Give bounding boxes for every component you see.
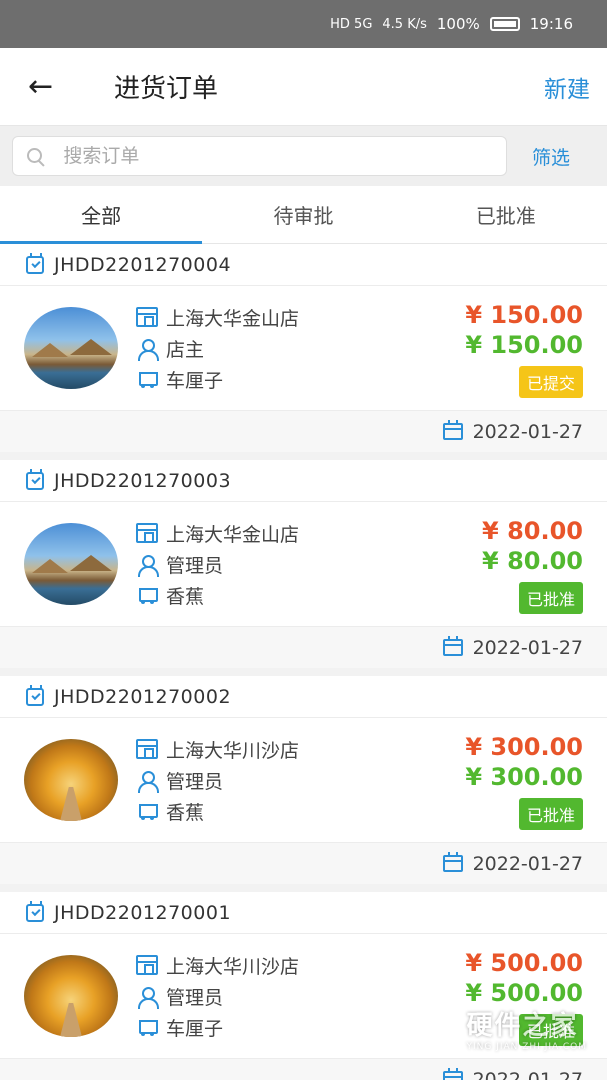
store-icon — [136, 307, 158, 327]
back-arrow-icon[interactable]: ← — [28, 69, 108, 104]
order-date: 2022-01-27 — [472, 636, 583, 659]
search-bar: 筛选 — [0, 126, 607, 186]
tab-pending[interactable]: 待审批 — [202, 186, 404, 243]
new-order-button[interactable]: 新建 — [544, 70, 590, 104]
watermark-text: 硬件之家 YING JIAN ZHI JIA.COM — [466, 1005, 587, 1052]
battery-percent: 100% — [436, 15, 480, 33]
order-footer: 2022-01-27 — [0, 1058, 607, 1080]
order-list: JHDD2201270004 上海大华金山店 店主 车厘子 ¥ 150.00 ¥… — [0, 244, 607, 1080]
cart-icon — [136, 801, 158, 821]
order-number: JHDD2201270002 — [54, 685, 232, 708]
calendar-icon — [442, 636, 463, 656]
order-number: JHDD2201270001 — [54, 901, 232, 924]
order-amounts: ¥ 300.00 ¥ 300.00 已批准 — [465, 732, 583, 830]
status-badge: 已提交 — [518, 366, 583, 398]
order-card[interactable]: JHDD2201270003 上海大华金山店 管理员 香蕉 ¥ 80.00 ¥ … — [0, 460, 607, 668]
tab-all[interactable]: 全部 — [0, 186, 203, 244]
page-title: 进货订单 — [114, 74, 219, 104]
battery-icon — [489, 17, 520, 31]
approved-amount: ¥ 150.00 — [465, 331, 583, 359]
order-card[interactable]: JHDD2201270004 上海大华金山店 店主 车厘子 ¥ 150.00 ¥… — [0, 244, 607, 452]
order-amount: ¥ 300.00 — [465, 733, 583, 761]
order-header: JHDD2201270002 — [0, 676, 607, 718]
order-body: 上海大华金山店 管理员 香蕉 ¥ 80.00 ¥ 80.00 已批准 — [0, 502, 607, 626]
product-image — [24, 955, 118, 1037]
tab-bar: 全部 待审批 已批准 — [0, 186, 607, 244]
order-date: 2022-01-27 — [472, 420, 583, 443]
user-icon — [136, 554, 159, 577]
store-name: 上海大华金山店 — [166, 307, 300, 330]
watermark: 硬件之家 YING JIAN ZHI JIA.COM — [422, 1005, 587, 1052]
order-number: JHDD2201270003 — [54, 469, 232, 492]
watermark-logo-icon — [422, 1007, 461, 1050]
product-name: 车厘子 — [166, 1017, 224, 1040]
product-image — [24, 739, 118, 821]
approved-amount: ¥ 500.00 — [465, 979, 583, 1007]
cart-icon — [136, 585, 158, 605]
approved-amount: ¥ 300.00 — [465, 763, 583, 791]
order-amount: ¥ 80.00 — [482, 517, 583, 545]
product-name: 香蕉 — [166, 801, 205, 824]
order-date: 2022-01-27 — [472, 1068, 583, 1080]
user-icon — [136, 986, 159, 1009]
order-body: 上海大华金山店 店主 车厘子 ¥ 150.00 ¥ 150.00 已提交 — [0, 286, 607, 410]
calendar-check-icon — [26, 684, 44, 706]
product-name: 车厘子 — [166, 369, 224, 392]
order-date: 2022-01-27 — [472, 852, 583, 875]
cart-icon — [136, 369, 158, 389]
order-footer: 2022-01-27 — [0, 410, 607, 452]
order-body: 上海大华川沙店 管理员 香蕉 ¥ 300.00 ¥ 300.00 已批准 — [0, 718, 607, 842]
user-name: 管理员 — [166, 986, 224, 1009]
order-footer: 2022-01-27 — [0, 842, 607, 884]
search-box[interactable] — [12, 136, 507, 176]
order-amount: ¥ 500.00 — [465, 949, 583, 977]
store-icon — [136, 739, 158, 759]
search-icon — [25, 146, 43, 166]
cart-icon — [136, 1017, 158, 1037]
status-bar: HD 5G 4.5 K/s 100% 19:16 — [0, 0, 607, 48]
calendar-icon — [442, 1068, 463, 1080]
calendar-check-icon — [26, 468, 44, 490]
watermark-subtitle: YING JIAN ZHI JIA.COM — [466, 1042, 587, 1052]
calendar-check-icon — [26, 252, 44, 274]
user-name: 店主 — [166, 338, 205, 361]
product-name: 香蕉 — [166, 585, 205, 608]
search-input[interactable] — [63, 145, 506, 167]
store-name: 上海大华金山店 — [166, 523, 300, 546]
order-header: JHDD2201270004 — [0, 244, 607, 286]
app-bar: ← 进货订单 新建 — [0, 48, 607, 126]
network-speed: 4.5 K/s — [382, 16, 427, 32]
clock: 19:16 — [529, 15, 573, 33]
status-badge: 已批准 — [518, 582, 583, 614]
order-footer: 2022-01-27 — [0, 626, 607, 668]
order-amount: ¥ 150.00 — [465, 301, 583, 329]
watermark-title: 硬件之家 — [466, 1011, 579, 1041]
user-name: 管理员 — [166, 554, 224, 577]
order-card[interactable]: JHDD2201270002 上海大华川沙店 管理员 香蕉 ¥ 300.00 ¥… — [0, 676, 607, 884]
approved-amount: ¥ 80.00 — [482, 547, 583, 575]
user-name: 管理员 — [166, 770, 224, 793]
store-icon — [136, 523, 158, 543]
calendar-check-icon — [26, 900, 44, 922]
store-name: 上海大华川沙店 — [166, 955, 300, 978]
order-amounts: ¥ 80.00 ¥ 80.00 已批准 — [482, 516, 583, 614]
store-icon — [136, 955, 158, 975]
user-icon — [136, 338, 159, 361]
order-header: JHDD2201270003 — [0, 460, 607, 502]
filter-button[interactable]: 筛选 — [507, 143, 595, 170]
order-header: JHDD2201270001 — [0, 892, 607, 934]
calendar-icon — [442, 420, 463, 440]
calendar-icon — [442, 852, 463, 872]
order-number: JHDD2201270004 — [54, 253, 232, 276]
network-indicator: HD 5G — [330, 16, 373, 32]
order-amounts: ¥ 150.00 ¥ 150.00 已提交 — [465, 300, 583, 398]
product-image — [24, 523, 118, 605]
user-icon — [136, 770, 159, 793]
store-name: 上海大华川沙店 — [166, 739, 300, 762]
product-image — [24, 307, 118, 389]
status-badge: 已批准 — [518, 798, 583, 830]
tab-approved[interactable]: 已批准 — [405, 186, 607, 243]
